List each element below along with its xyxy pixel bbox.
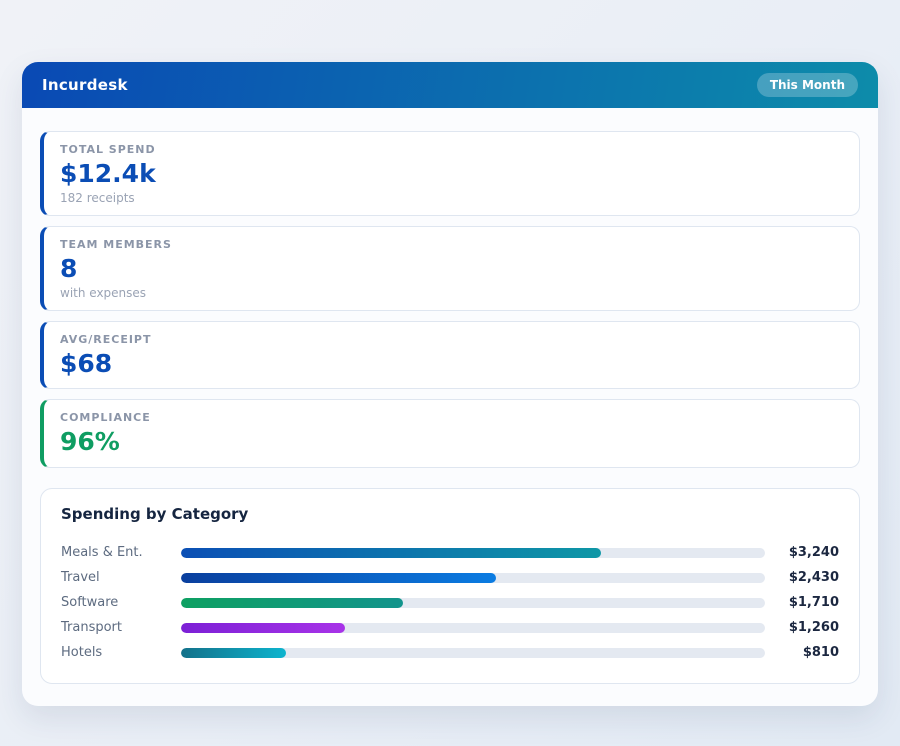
stat-label: TEAM MEMBERS [60, 238, 843, 251]
category-value: $3,240 [765, 545, 839, 560]
bar-track [181, 573, 765, 583]
category-label: Meals & Ent. [61, 545, 181, 560]
stat-sublabel: with expenses [60, 286, 843, 300]
stat-label: COMPLIANCE [60, 411, 843, 424]
category-value: $1,260 [765, 620, 839, 635]
bar-fill [181, 623, 345, 633]
stat-value: 8 [60, 255, 843, 284]
category-value: $810 [765, 645, 839, 660]
stat-value: $68 [60, 350, 843, 379]
bar-fill [181, 648, 286, 658]
category-value: $2,430 [765, 570, 839, 585]
stat-card-team-members: TEAM MEMBERS 8 with expenses [40, 226, 860, 311]
bar-fill [181, 573, 496, 583]
dashboard-panel: Incurdesk This Month TOTAL SPEND $12.4k … [22, 62, 878, 706]
spending-by-category-card: Spending by Category Meals & Ent. $3,240 T… [40, 488, 860, 684]
dashboard-content: TOTAL SPEND $12.4k 182 receipts TEAM MEM… [22, 108, 878, 706]
app-title: Incurdesk [42, 76, 128, 94]
category-row: Transport $1,260 [61, 615, 839, 640]
category-row: Meals & Ent. $3,240 [61, 540, 839, 565]
app-header: Incurdesk This Month [22, 62, 878, 108]
category-value: $1,710 [765, 595, 839, 610]
bar-track [181, 623, 765, 633]
stat-card-total-spend: TOTAL SPEND $12.4k 182 receipts [40, 131, 860, 216]
period-badge[interactable]: This Month [757, 73, 858, 97]
bar-track [181, 548, 765, 558]
category-row: Hotels $810 [61, 640, 839, 665]
stat-value: $12.4k [60, 160, 843, 189]
category-rows: Meals & Ent. $3,240 Travel $2,430 Software $1… [61, 540, 839, 665]
category-label: Software [61, 595, 181, 610]
category-label: Travel [61, 570, 181, 585]
category-row: Software $1,710 [61, 590, 839, 615]
bar-fill [181, 548, 601, 558]
category-section-title: Spending by Category [61, 505, 839, 523]
bar-track [181, 648, 765, 658]
stat-card-avg-receipt: AVG/RECEIPT $68 [40, 321, 860, 390]
bar-fill [181, 598, 403, 608]
stat-card-compliance: COMPLIANCE 96% [40, 399, 860, 468]
category-row: Travel $2,430 [61, 565, 839, 590]
stat-label: AVG/RECEIPT [60, 333, 843, 346]
stat-sublabel: 182 receipts [60, 191, 843, 205]
category-label: Transport [61, 620, 181, 635]
stat-label: TOTAL SPEND [60, 143, 843, 156]
stat-value: 96% [60, 428, 843, 457]
bar-track [181, 598, 765, 608]
category-label: Hotels [61, 645, 181, 660]
